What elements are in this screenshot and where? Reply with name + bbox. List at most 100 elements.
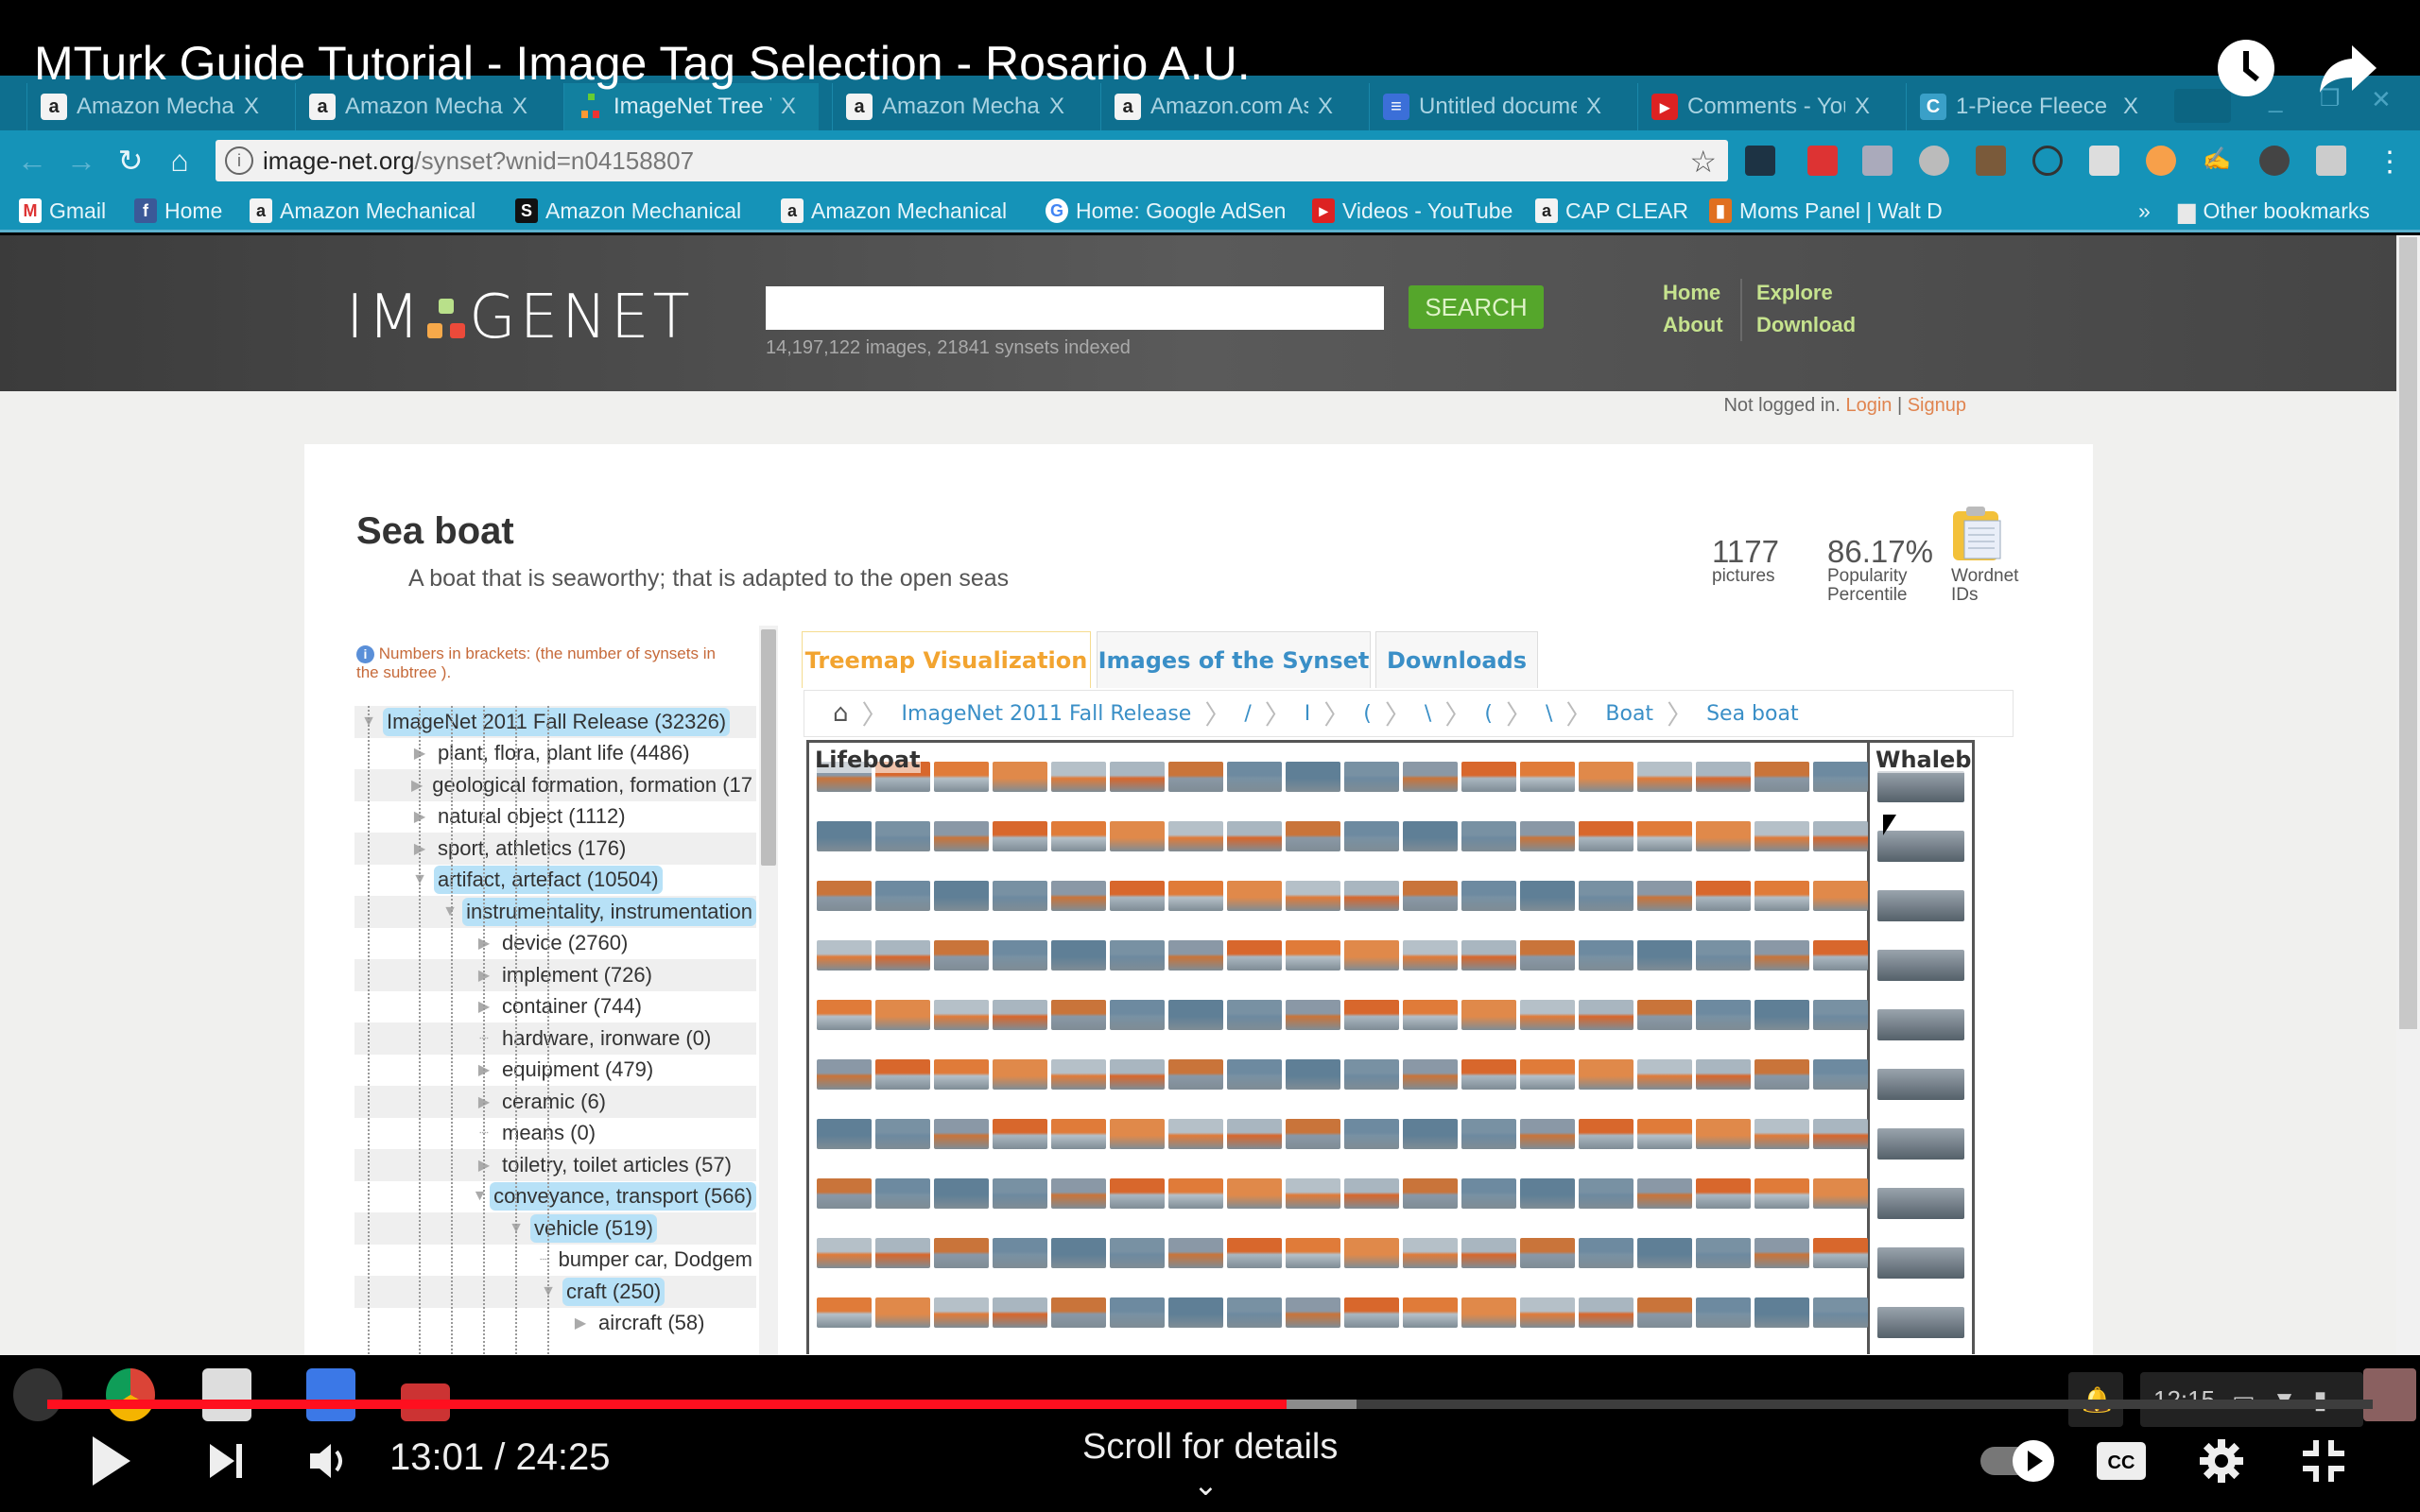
image-thumbnail[interactable] bbox=[934, 1000, 989, 1030]
tree-row[interactable]: ▶ geological formation, formation (17 bbox=[354, 769, 756, 801]
page-scrollbar[interactable] bbox=[2396, 235, 2420, 1355]
image-thumbnail[interactable] bbox=[1227, 881, 1282, 911]
image-thumbnail[interactable] bbox=[1696, 881, 1751, 911]
tree-row-label[interactable]: hardware, ironware (0) bbox=[498, 1024, 715, 1053]
next-icon[interactable] bbox=[200, 1432, 253, 1490]
image-thumbnail[interactable] bbox=[1754, 1297, 1809, 1328]
tree-row-label[interactable]: aircraft (58) bbox=[595, 1309, 708, 1337]
image-thumbnail[interactable] bbox=[1696, 1000, 1751, 1030]
image-thumbnail[interactable] bbox=[1403, 1000, 1458, 1030]
image-thumbnail[interactable] bbox=[934, 1297, 989, 1328]
image-thumbnail[interactable] bbox=[1579, 1059, 1634, 1090]
image-thumbnail[interactable] bbox=[1286, 1059, 1340, 1090]
tree-scrollbar-thumb[interactable] bbox=[761, 629, 776, 866]
image-thumbnail[interactable] bbox=[1227, 1119, 1282, 1149]
image-thumbnail[interactable] bbox=[1286, 1238, 1340, 1268]
image-thumbnail[interactable] bbox=[1344, 1119, 1399, 1149]
image-thumbnail[interactable] bbox=[1461, 1297, 1516, 1328]
image-thumbnail[interactable] bbox=[1051, 1297, 1106, 1328]
image-thumbnail[interactable] bbox=[1110, 940, 1165, 971]
image-thumbnail[interactable] bbox=[1461, 1119, 1516, 1149]
image-thumbnail[interactable] bbox=[993, 1119, 1047, 1149]
image-thumbnail[interactable] bbox=[1520, 940, 1575, 971]
play-icon[interactable] bbox=[85, 1432, 138, 1490]
image-thumbnail[interactable] bbox=[993, 1238, 1047, 1268]
tree-row-label[interactable]: instrumentality, instrumentation bbox=[462, 897, 756, 926]
image-thumbnail[interactable] bbox=[1110, 1297, 1165, 1328]
image-thumbnail[interactable] bbox=[1813, 1119, 1868, 1149]
nav-home-link[interactable]: Home bbox=[1663, 281, 1720, 305]
back-icon[interactable]: ← bbox=[13, 142, 51, 180]
launcher-icon[interactable] bbox=[13, 1368, 62, 1421]
image-thumbnail[interactable] bbox=[934, 762, 989, 792]
image-thumbnail[interactable] bbox=[1520, 821, 1575, 851]
image-thumbnail[interactable] bbox=[1110, 1059, 1165, 1090]
image-thumbnail[interactable] bbox=[1110, 1119, 1165, 1149]
nav-explore-link[interactable]: Explore bbox=[1756, 281, 1833, 305]
home-icon[interactable]: ⌂ bbox=[161, 142, 199, 180]
image-thumbnail[interactable] bbox=[1813, 1178, 1868, 1209]
image-thumbnail[interactable] bbox=[1754, 1000, 1809, 1030]
image-thumbnail[interactable] bbox=[1051, 1119, 1106, 1149]
tree-row-label[interactable]: device (2760) bbox=[498, 929, 631, 957]
browser-tab[interactable]: C 1-Piece Fleece P X bbox=[1906, 83, 2161, 130]
tab-close-icon[interactable]: X bbox=[1318, 94, 1346, 120]
info-icon[interactable]: i bbox=[225, 146, 253, 175]
bookmark-google-adsense[interactable]: G Home: Google AdSen bbox=[1046, 195, 1286, 227]
wordnet-ids-clipboard-icon[interactable] bbox=[1951, 506, 2004, 562]
image-thumbnail[interactable] bbox=[1227, 762, 1282, 792]
image-thumbnail[interactable] bbox=[1403, 1238, 1458, 1268]
tree-row[interactable]: ▶ natural object (1112) bbox=[354, 801, 756, 833]
image-thumbnail[interactable] bbox=[1637, 821, 1692, 851]
tree-row-label[interactable]: implement (726) bbox=[498, 961, 656, 989]
watch-later-icon[interactable] bbox=[2214, 36, 2278, 100]
bookmark-facebook-home[interactable]: f Home bbox=[134, 195, 222, 227]
image-thumbnail[interactable] bbox=[1637, 1119, 1692, 1149]
image-thumbnail[interactable] bbox=[1877, 1069, 1964, 1100]
image-thumbnail[interactable] bbox=[1877, 890, 1964, 921]
tree-row-label[interactable]: ImageNet 2011 Fall Release (32326) bbox=[383, 707, 731, 736]
image-thumbnail[interactable] bbox=[1168, 1119, 1223, 1149]
breadcrumb-item[interactable]: ImageNet 2011 Fall Release bbox=[902, 702, 1192, 726]
image-thumbnail[interactable] bbox=[817, 1119, 872, 1149]
tab-downloads[interactable]: Downloads bbox=[1375, 631, 1538, 688]
image-thumbnail[interactable] bbox=[1227, 1238, 1282, 1268]
image-thumbnail[interactable] bbox=[1051, 1059, 1106, 1090]
avatar[interactable] bbox=[2363, 1368, 2416, 1421]
image-thumbnail[interactable] bbox=[993, 1000, 1047, 1030]
extension-icon[interactable] bbox=[2089, 146, 2119, 176]
image-thumbnail[interactable] bbox=[1227, 821, 1282, 851]
image-thumbnail[interactable] bbox=[1579, 1178, 1634, 1209]
image-thumbnail[interactable] bbox=[1110, 1238, 1165, 1268]
image-thumbnail[interactable] bbox=[817, 1000, 872, 1030]
bookmark-cap-clear[interactable]: a CAP CLEAR bbox=[1535, 195, 1688, 227]
image-thumbnail[interactable] bbox=[1520, 1119, 1575, 1149]
extension-icon[interactable] bbox=[1807, 146, 1838, 176]
image-thumbnail[interactable] bbox=[1344, 1059, 1399, 1090]
address-bar[interactable]: i image-net.org /synset?wnid=n04158807 ☆ bbox=[216, 140, 1728, 181]
chevron-down-icon[interactable]: ⌄ bbox=[1193, 1467, 1219, 1503]
image-thumbnail[interactable] bbox=[1168, 940, 1223, 971]
image-thumbnail[interactable] bbox=[1579, 881, 1634, 911]
tab-images-of-synset[interactable]: Images of the Synset bbox=[1097, 631, 1371, 688]
tab-close-icon[interactable]: X bbox=[244, 94, 272, 120]
image-thumbnail[interactable] bbox=[1520, 762, 1575, 792]
image-thumbnail[interactable] bbox=[934, 1059, 989, 1090]
tree-row-label[interactable]: geological formation, formation (17 bbox=[428, 771, 756, 799]
image-thumbnail[interactable] bbox=[1344, 881, 1399, 911]
tree-row-label[interactable]: vehicle (519) bbox=[530, 1213, 657, 1243]
image-thumbnail[interactable] bbox=[1168, 1059, 1223, 1090]
image-thumbnail[interactable] bbox=[817, 940, 872, 971]
image-thumbnail[interactable] bbox=[1286, 1119, 1340, 1149]
tree-scrollbar[interactable] bbox=[759, 626, 778, 1355]
tree-row[interactable]: ▶ plant, flora, plant life (4486) bbox=[354, 738, 756, 770]
signup-link[interactable]: Signup bbox=[1908, 395, 1966, 416]
image-thumbnail[interactable] bbox=[1813, 940, 1868, 971]
search-button[interactable]: SEARCH bbox=[1409, 285, 1544, 329]
image-thumbnail[interactable] bbox=[1051, 940, 1106, 971]
image-thumbnail[interactable] bbox=[1168, 881, 1223, 911]
image-thumbnail[interactable] bbox=[1461, 881, 1516, 911]
wordnet-label-2[interactable]: IDs bbox=[1951, 586, 1979, 605]
scroll-for-details[interactable]: Scroll for details bbox=[1082, 1427, 1338, 1468]
image-thumbnail[interactable] bbox=[1051, 1178, 1106, 1209]
